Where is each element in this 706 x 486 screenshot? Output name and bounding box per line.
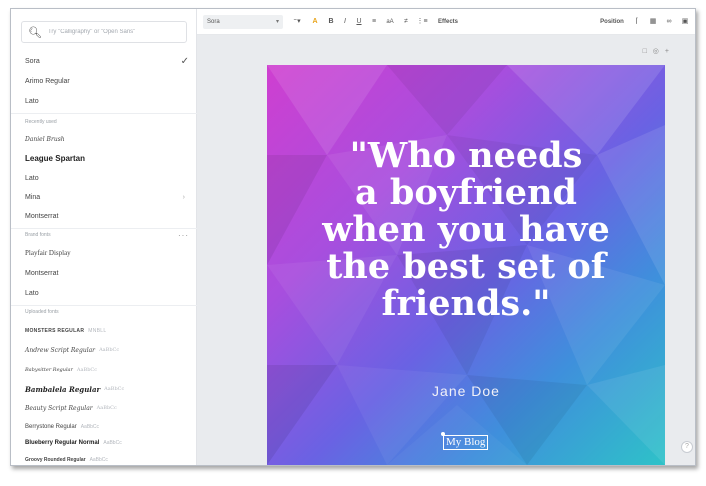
checkmark-icon: ✓ [180, 55, 189, 67]
font-item-label: Andrew Script Regular [25, 346, 96, 354]
underline-icon[interactable]: U [353, 15, 365, 29]
font-item-label: Lato [25, 97, 39, 105]
font-item-label: Blueberry Regular Normal [25, 440, 100, 446]
canvas-area: □◎+ "Who needs a boyfriend when you have… [197, 35, 695, 465]
format-painter-icon[interactable]: ⌈ [631, 15, 643, 29]
font-item-montserrat[interactable]: Montserrat [25, 208, 189, 224]
add-page-icon[interactable]: + [665, 48, 675, 55]
case-icon[interactable]: aA [383, 15, 397, 29]
font-item-label: Mina [25, 193, 41, 201]
font-item-label: Babysitter Regular [25, 367, 73, 373]
font-item-label: Bambalela Regular [25, 384, 101, 394]
lock-icon[interactable]: ▣ [679, 15, 691, 29]
quote-line: when you have [322, 209, 610, 250]
font-item-montserrat-brand[interactable]: Montserrat [25, 265, 189, 281]
font-item-label: Lato [25, 289, 39, 297]
font-item-label: Daniel Brush [25, 135, 65, 143]
font-item-league-spartan[interactable]: League Spartan [25, 150, 189, 166]
font-item-label: MONSTERS REGULAR [25, 328, 85, 334]
font-item-uploaded[interactable]: Groovy Rounded Regular AaBbCc [25, 452, 189, 465]
position-button[interactable]: Position [597, 15, 627, 29]
font-item-sora[interactable]: Sora ✓ [25, 53, 189, 69]
section-heading-uploaded-fonts: Uploaded fonts [25, 309, 59, 315]
font-item-uploaded[interactable]: MONSTERS REGULAR MNBLL [25, 323, 189, 339]
font-item-uploaded[interactable]: Blueberry Regular Normal AaBbCc [25, 435, 189, 451]
list-icon[interactable]: ⋮≡ [415, 15, 429, 29]
font-item-mina[interactable]: Mina › [25, 189, 189, 205]
text-color-icon[interactable]: A [309, 15, 321, 29]
page-tools: □◎+ [643, 47, 675, 55]
quote-line: "Who needs [349, 135, 583, 176]
font-item-uploaded[interactable]: Beauty Script Regular AaBbCc [25, 400, 189, 416]
font-item-label: Beauty Script Regular [25, 404, 93, 412]
blog-text[interactable]: My Blog [443, 435, 489, 450]
more-options-icon[interactable]: ··· [178, 231, 189, 240]
font-item-label: Berrystone Regular [25, 424, 77, 430]
design-canvas[interactable]: "Who needs a boyfriend when you have the… [267, 65, 665, 465]
font-item-uploaded[interactable]: Bambalela Regular AaBbCc [25, 381, 189, 397]
chevron-right-icon[interactable]: › [183, 194, 185, 201]
font-preview: AaBbCc [96, 405, 117, 411]
quote-text[interactable]: "Who needs a boyfriend when you have the… [267, 137, 665, 322]
font-item-lato-brand[interactable]: Lato [25, 285, 189, 301]
font-preview: AaBbCc [104, 386, 125, 392]
font-item-label: Arimo Regular [25, 77, 70, 85]
font-size-dropdown[interactable]: ⁼▾ [289, 15, 305, 29]
font-item-label: Playfair Display [25, 249, 71, 257]
font-item-label: Lato [25, 174, 39, 182]
font-item-playfair-display[interactable]: Playfair Display [25, 245, 189, 261]
font-item-arimo[interactable]: Arimo Regular [25, 73, 189, 89]
quote-line: a boyfriend [355, 172, 577, 213]
chevron-down-icon: ▾ [275, 19, 279, 25]
brand-fonts-header: Brand fonts ··· [25, 229, 189, 241]
font-preview: AaBbCc [89, 457, 108, 463]
font-item-lato-recent[interactable]: Lato [25, 170, 189, 186]
font-item-label: Groovy Rounded Regular [25, 457, 86, 463]
copy-icon[interactable]: □ [643, 48, 653, 55]
app-window: 🔍︎ Sora ✓ Arimo Regular Lato Recently us… [10, 8, 696, 466]
help-icon[interactable]: ? [681, 441, 693, 453]
font-item-label: Sora [25, 57, 40, 65]
link-icon[interactable]: ∞ [663, 15, 675, 29]
bold-icon[interactable]: B [325, 15, 337, 29]
font-family-value: Sora [207, 19, 220, 25]
font-preview: AaBbCc [76, 367, 98, 373]
font-preview: AaBbCc [80, 424, 100, 430]
font-preview: AaBbCc [103, 440, 122, 446]
font-search-input[interactable] [47, 29, 186, 35]
author-text[interactable]: Jane Doe [267, 383, 665, 399]
text-toolbar: Sora ▾ ⁼▾ A B I U ≡ aA ≠ ⋮≡ Effects Posi… [197, 9, 695, 35]
divider [11, 305, 197, 306]
font-preview: MNBLL [88, 328, 107, 334]
font-item-label: Montserrat [25, 212, 59, 220]
duplicate-icon[interactable]: ◎ [653, 48, 665, 55]
quote-line: the best set of [326, 246, 606, 287]
spacing-icon[interactable]: ≡ [367, 15, 381, 29]
font-item-lato[interactable]: Lato [25, 93, 189, 109]
transparency-icon[interactable]: ▦ [647, 15, 659, 29]
divider [11, 113, 197, 114]
align-icon[interactable]: ≠ [399, 15, 413, 29]
font-search-box[interactable]: 🔍︎ [21, 21, 187, 43]
font-item-daniel-brush[interactable]: Daniel Brush [25, 131, 189, 147]
font-item-label: League Spartan [25, 153, 86, 163]
italic-icon[interactable]: I [339, 15, 351, 29]
quote-line: friends." [381, 283, 551, 324]
font-family-dropdown[interactable]: Sora ▾ [203, 15, 283, 29]
section-heading-recently-used: Recently used [25, 119, 57, 125]
font-item-uploaded[interactable]: Andrew Script Regular AaBbCc [25, 342, 189, 358]
font-preview: AaBbCc [99, 347, 120, 353]
effects-button[interactable]: Effects [435, 15, 461, 29]
section-heading-brand-fonts: Brand fonts [25, 232, 51, 238]
search-icon: 🔍︎ [28, 26, 42, 39]
font-item-uploaded[interactable]: Babysitter Regular AaBbCc [25, 362, 189, 378]
font-panel: 🔍︎ Sora ✓ Arimo Regular Lato Recently us… [11, 9, 197, 465]
font-item-uploaded[interactable]: Berrystone Regular AaBbCc [25, 419, 189, 435]
font-item-label: Montserrat [25, 269, 59, 277]
